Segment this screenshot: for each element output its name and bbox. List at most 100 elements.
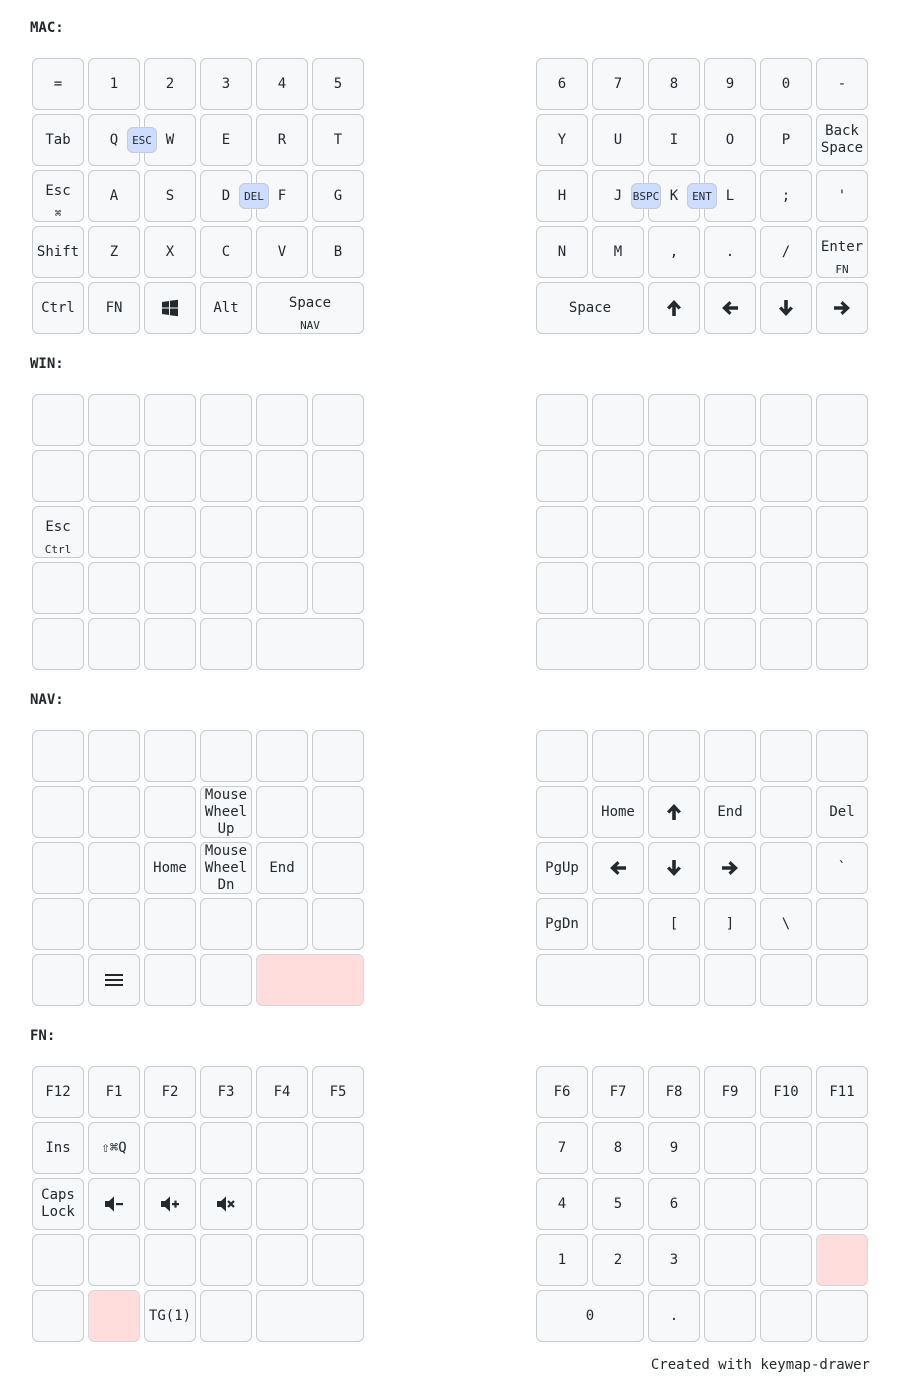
key xyxy=(256,562,308,614)
key xyxy=(536,730,588,782)
key xyxy=(816,394,868,446)
key-label: Space xyxy=(568,299,612,316)
arrow-up-icon xyxy=(665,803,683,821)
key-hold-label: ⌘ xyxy=(54,207,62,220)
key: F8 xyxy=(648,1066,700,1118)
key xyxy=(200,1234,252,1286)
key: V xyxy=(256,226,308,278)
key xyxy=(816,618,868,670)
key xyxy=(312,1122,364,1174)
key: 9 xyxy=(704,58,756,110)
key-label: Home xyxy=(153,859,187,876)
key-label: Z xyxy=(109,243,119,260)
key xyxy=(200,394,252,446)
layer-title: NAV: xyxy=(30,692,64,708)
key-label: C xyxy=(221,243,231,260)
key xyxy=(816,1122,868,1174)
key: F4 xyxy=(256,1066,308,1118)
key xyxy=(88,1178,140,1230)
key: F3 xyxy=(200,1066,252,1118)
key xyxy=(760,562,812,614)
key: 6 xyxy=(648,1178,700,1230)
key: - xyxy=(816,58,868,110)
key xyxy=(760,730,812,782)
key-label: \ xyxy=(781,915,791,932)
volume-down-icon xyxy=(104,1195,124,1213)
key xyxy=(816,506,868,558)
key-label: Mouse Wheel Dn xyxy=(204,842,248,893)
key xyxy=(760,506,812,558)
volume-up-icon xyxy=(160,1195,180,1213)
key-label: F2 xyxy=(161,1083,179,1100)
key-label: Caps Lock xyxy=(41,1187,75,1220)
key-label: M xyxy=(613,243,623,260)
key: 1 xyxy=(88,58,140,110)
combo-badge: BSPC xyxy=(631,183,661,209)
combo-badge: DEL xyxy=(239,183,269,209)
key-label: ' xyxy=(837,187,847,204)
key: A xyxy=(88,170,140,222)
key xyxy=(200,450,252,502)
key: T xyxy=(312,114,364,166)
key: Shift xyxy=(32,226,84,278)
key-label: 9 xyxy=(725,75,735,92)
layer-title: MAC: xyxy=(30,20,64,36)
key: G xyxy=(312,170,364,222)
key-label: 3 xyxy=(221,75,231,92)
key: 1 xyxy=(536,1234,588,1286)
combo-badge: ESC xyxy=(127,127,157,153)
key: FN xyxy=(88,282,140,334)
key-label: ` xyxy=(837,859,847,876)
key-label: . xyxy=(669,1307,679,1324)
key xyxy=(32,1290,84,1342)
key: Home xyxy=(592,786,644,838)
key-label: [ xyxy=(669,915,679,932)
key xyxy=(704,1178,756,1230)
key-label: J xyxy=(613,187,623,204)
key xyxy=(816,730,868,782)
key: C xyxy=(200,226,252,278)
key xyxy=(256,1234,308,1286)
key-label: F3 xyxy=(217,1083,235,1100)
key-label: Tab xyxy=(45,131,71,148)
key xyxy=(592,394,644,446)
key xyxy=(88,786,140,838)
key xyxy=(816,1178,868,1230)
key-hold-label: NAV xyxy=(300,319,320,332)
key xyxy=(704,1122,756,1174)
key-label: Shift xyxy=(36,243,80,260)
key xyxy=(256,898,308,950)
key: F1 xyxy=(88,1066,140,1118)
key: Alt xyxy=(200,282,252,334)
key-label: 8 xyxy=(669,75,679,92)
key-label: 6 xyxy=(669,1195,679,1212)
key-label: Ins xyxy=(45,1139,71,1156)
key: 0 xyxy=(760,58,812,110)
key-label: S xyxy=(165,187,175,204)
key-label: E xyxy=(221,131,231,148)
key: ] xyxy=(704,898,756,950)
key xyxy=(88,898,140,950)
layer-title: WIN: xyxy=(30,356,64,372)
footer-credit: Created with keymap-drawer xyxy=(650,1357,870,1373)
key: Home xyxy=(144,842,196,894)
key-label: B xyxy=(333,243,343,260)
key xyxy=(592,842,644,894)
key-label: Back Space xyxy=(820,123,864,156)
key-label: / xyxy=(781,243,791,260)
key-label: PgUp xyxy=(545,859,579,876)
key xyxy=(312,842,364,894)
key xyxy=(704,282,756,334)
key: End xyxy=(256,842,308,894)
key: Space NAV xyxy=(256,282,364,334)
key: = xyxy=(32,58,84,110)
key xyxy=(312,450,364,502)
key xyxy=(256,730,308,782)
key xyxy=(312,1178,364,1230)
key xyxy=(816,954,868,1006)
key xyxy=(88,1290,140,1342)
key-label: 2 xyxy=(165,75,175,92)
key-label: L xyxy=(725,187,735,204)
key-label: - xyxy=(837,75,847,92)
key xyxy=(144,1122,196,1174)
